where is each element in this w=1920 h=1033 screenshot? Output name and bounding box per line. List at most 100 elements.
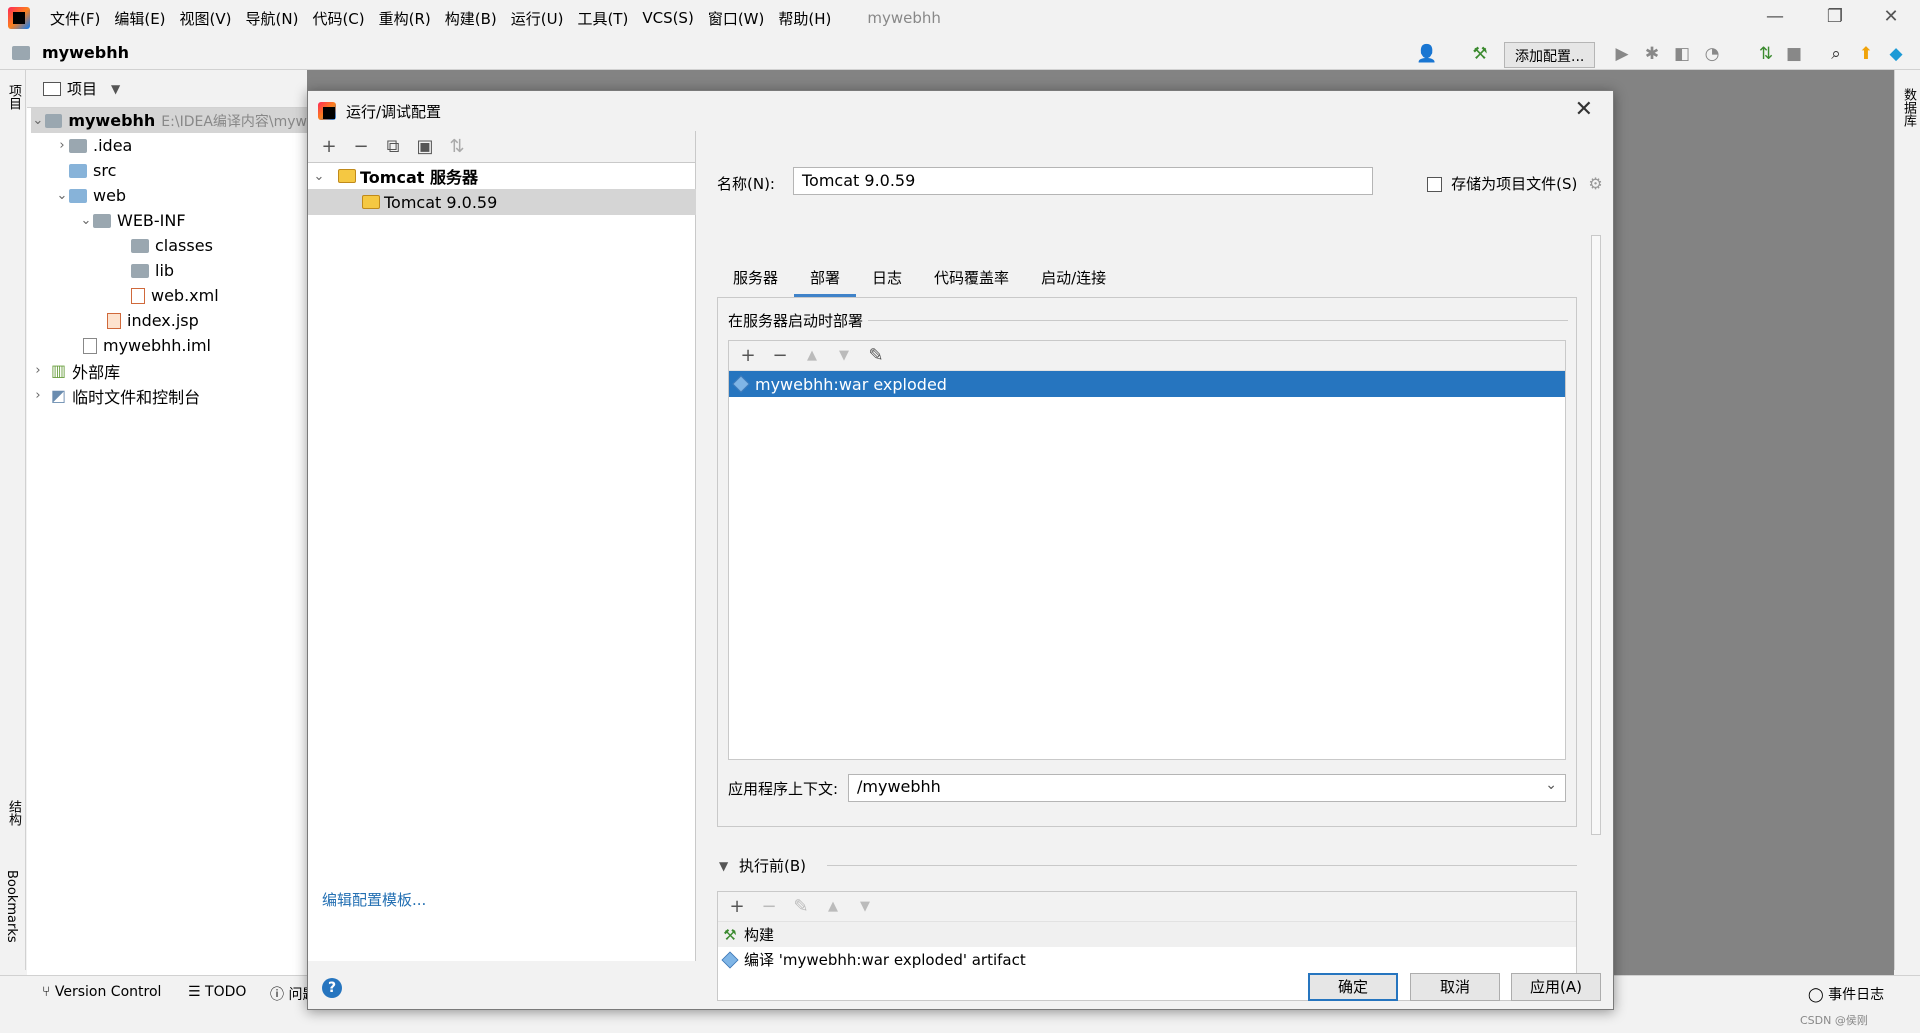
app-context-combobox[interactable]: /mywebhh ⌄ <box>848 774 1566 802</box>
add-icon[interactable]: + <box>724 896 750 918</box>
tree-item-index-jsp[interactable]: index.jsp <box>107 308 199 333</box>
deploy-list-item[interactable]: mywebhh:war exploded <box>729 371 1565 397</box>
update-running-icon[interactable]: ⇅ <box>1756 44 1776 64</box>
menu-file[interactable]: 文件(F) <box>50 8 100 29</box>
help-icon[interactable]: ? <box>322 978 342 998</box>
chevron-down-icon[interactable]: ⌄ <box>79 213 93 228</box>
tree-item-scratches[interactable]: › ◩ 临时文件和控制台 <box>31 383 200 408</box>
collapse-chevron-icon[interactable]: ▼ <box>719 859 728 873</box>
move-up-icon[interactable]: ▲ <box>799 345 825 367</box>
chevron-down-icon[interactable]: ▼ <box>111 82 120 96</box>
add-icon[interactable]: + <box>735 345 761 367</box>
stop-icon[interactable]: ■ <box>1784 44 1804 64</box>
add-configuration-button[interactable]: 添加配置... <box>1504 42 1596 68</box>
tab-logs[interactable]: 日志 <box>856 261 918 297</box>
edit-icon[interactable]: ✎ <box>863 345 889 367</box>
chevron-down-icon[interactable]: ⌄ <box>55 188 69 203</box>
event-log-tab[interactable]: ◯ 事件日志 <box>1808 984 1884 1004</box>
menu-edit[interactable]: 编辑(E) <box>114 8 165 29</box>
store-as-project-file-checkbox[interactable]: 存储为项目文件(S) ⚙ <box>1427 173 1603 194</box>
tree-item-classes[interactable]: classes <box>131 233 213 258</box>
ok-button[interactable]: 确定 <box>1308 973 1398 1001</box>
menu-vcs[interactable]: VCS(S) <box>642 9 693 27</box>
chevron-right-icon[interactable]: › <box>55 138 69 153</box>
minimize-icon[interactable]: — <box>1760 6 1790 27</box>
add-icon[interactable]: + <box>316 136 342 158</box>
build-hammer-icon[interactable]: ⚒ <box>1470 44 1490 64</box>
tree-root-row[interactable]: ⌄ mywebhh E:\IDEA编译内容\myw <box>31 108 307 133</box>
remove-icon[interactable]: − <box>348 136 374 158</box>
tree-item-idea[interactable]: › .idea <box>55 133 132 158</box>
edit-icon[interactable]: ✎ <box>788 896 814 918</box>
todo-tab[interactable]: ☰ TODO <box>188 984 246 1000</box>
menu-navigate[interactable]: 导航(N) <box>246 8 299 29</box>
gear-icon[interactable]: ⚙ <box>1588 174 1602 193</box>
tree-config-tomcat-9[interactable]: Tomcat 9.0.59 <box>308 189 696 215</box>
menu-tools[interactable]: 工具(T) <box>577 8 628 29</box>
tree-item-web-xml[interactable]: web.xml <box>131 283 219 308</box>
section-separator <box>827 865 1577 866</box>
tree-category-tomcat[interactable]: ⌄ Tomcat 服务器 <box>308 163 696 189</box>
menu-window[interactable]: 窗口(W) <box>708 8 765 29</box>
remove-icon[interactable]: − <box>767 345 793 367</box>
menu-build[interactable]: 构建(B) <box>445 8 497 29</box>
tree-item-src[interactable]: src <box>69 158 116 183</box>
menu-code[interactable]: 代码(C) <box>312 8 364 29</box>
toolbox-icon[interactable]: ◆ <box>1886 44 1906 64</box>
menu-view[interactable]: 视图(V) <box>180 8 232 29</box>
vertical-scrollbar[interactable] <box>1591 235 1601 835</box>
cancel-button[interactable]: 取消 <box>1410 973 1500 1001</box>
tree-item-lib[interactable]: lib <box>131 258 174 283</box>
before-launch-toolbar: + − ✎ ▲ ▼ <box>718 892 1576 922</box>
tab-code-coverage[interactable]: 代码覆盖率 <box>918 261 1025 297</box>
tree-item-external-libs[interactable]: › ▥ 外部库 <box>31 358 120 383</box>
new-folder-icon[interactable]: ▣ <box>412 136 438 158</box>
move-down-icon[interactable]: ▼ <box>852 896 878 918</box>
coverage-icon[interactable]: ◧ <box>1672 44 1692 64</box>
chevron-down-icon[interactable]: ⌄ <box>31 113 45 128</box>
sort-icon[interactable]: ⇅ <box>444 136 470 158</box>
tab-deployment[interactable]: 部署 <box>794 261 857 297</box>
project-panel-title[interactable]: 项目 <box>67 78 97 99</box>
project-tool-tab[interactable]: 项目 <box>4 84 23 110</box>
database-tool-tab[interactable]: 数据库 <box>1899 88 1918 127</box>
checkbox-box[interactable] <box>1427 177 1442 192</box>
name-field[interactable]: Tomcat 9.0.59 <box>793 167 1373 195</box>
move-up-icon[interactable]: ▲ <box>820 896 846 918</box>
run-icon[interactable]: ▶ <box>1612 44 1632 64</box>
copy-icon[interactable]: ⧉ <box>380 136 406 158</box>
chevron-right-icon[interactable]: › <box>31 363 45 378</box>
tab-server[interactable]: 服务器 <box>717 261 794 297</box>
version-control-tab[interactable]: ⑂ Version Control <box>42 984 161 1000</box>
before-launch-item[interactable]: 编译 'mywebhh:war exploded' artifact <box>718 947 1576 972</box>
profile-icon[interactable]: ◔ <box>1702 44 1722 64</box>
menu-help[interactable]: 帮助(H) <box>778 8 831 29</box>
menu-refactor[interactable]: 重构(R) <box>379 8 431 29</box>
chevron-right-icon[interactable]: › <box>31 388 45 403</box>
problems-icon: ⓘ <box>270 987 289 1003</box>
bookmarks-tool-tab[interactable]: Bookmarks <box>4 870 19 943</box>
breadcrumb-project[interactable]: mywebhh <box>42 43 129 62</box>
before-launch-label[interactable]: 执行前(B) <box>739 855 806 876</box>
user-icon[interactable]: 👤 <box>1416 44 1437 64</box>
apply-button[interactable]: 应用(A) <box>1511 973 1601 1001</box>
debug-icon[interactable]: ✱ <box>1642 44 1662 64</box>
close-window-icon[interactable]: ✕ <box>1876 6 1906 27</box>
before-launch-item-label: 构建 <box>744 926 775 944</box>
tree-item-web-inf[interactable]: ⌄ WEB-INF <box>79 208 186 233</box>
restore-icon[interactable]: ❐ <box>1820 6 1850 27</box>
edit-templates-link[interactable]: 编辑配置模板... <box>322 889 426 910</box>
before-launch-item[interactable]: ⚒ 构建 <box>718 922 1576 947</box>
tree-item-web[interactable]: ⌄ web <box>55 183 127 208</box>
chevron-down-icon[interactable]: ⌄ <box>312 169 326 184</box>
move-down-icon[interactable]: ▼ <box>831 345 857 367</box>
menu-run[interactable]: 运行(U) <box>511 8 564 29</box>
tab-startup-connection[interactable]: 启动/连接 <box>1025 261 1122 297</box>
structure-tool-tab[interactable]: 结构 <box>4 800 23 826</box>
chevron-down-icon[interactable]: ⌄ <box>1545 777 1557 793</box>
search-icon[interactable]: ⌕ <box>1826 44 1846 64</box>
remove-icon[interactable]: − <box>756 896 782 918</box>
close-icon[interactable]: ✕ <box>1575 97 1593 122</box>
tree-item-iml[interactable]: mywebhh.iml <box>83 333 211 358</box>
updates-icon[interactable]: ⬆ <box>1856 44 1876 64</box>
